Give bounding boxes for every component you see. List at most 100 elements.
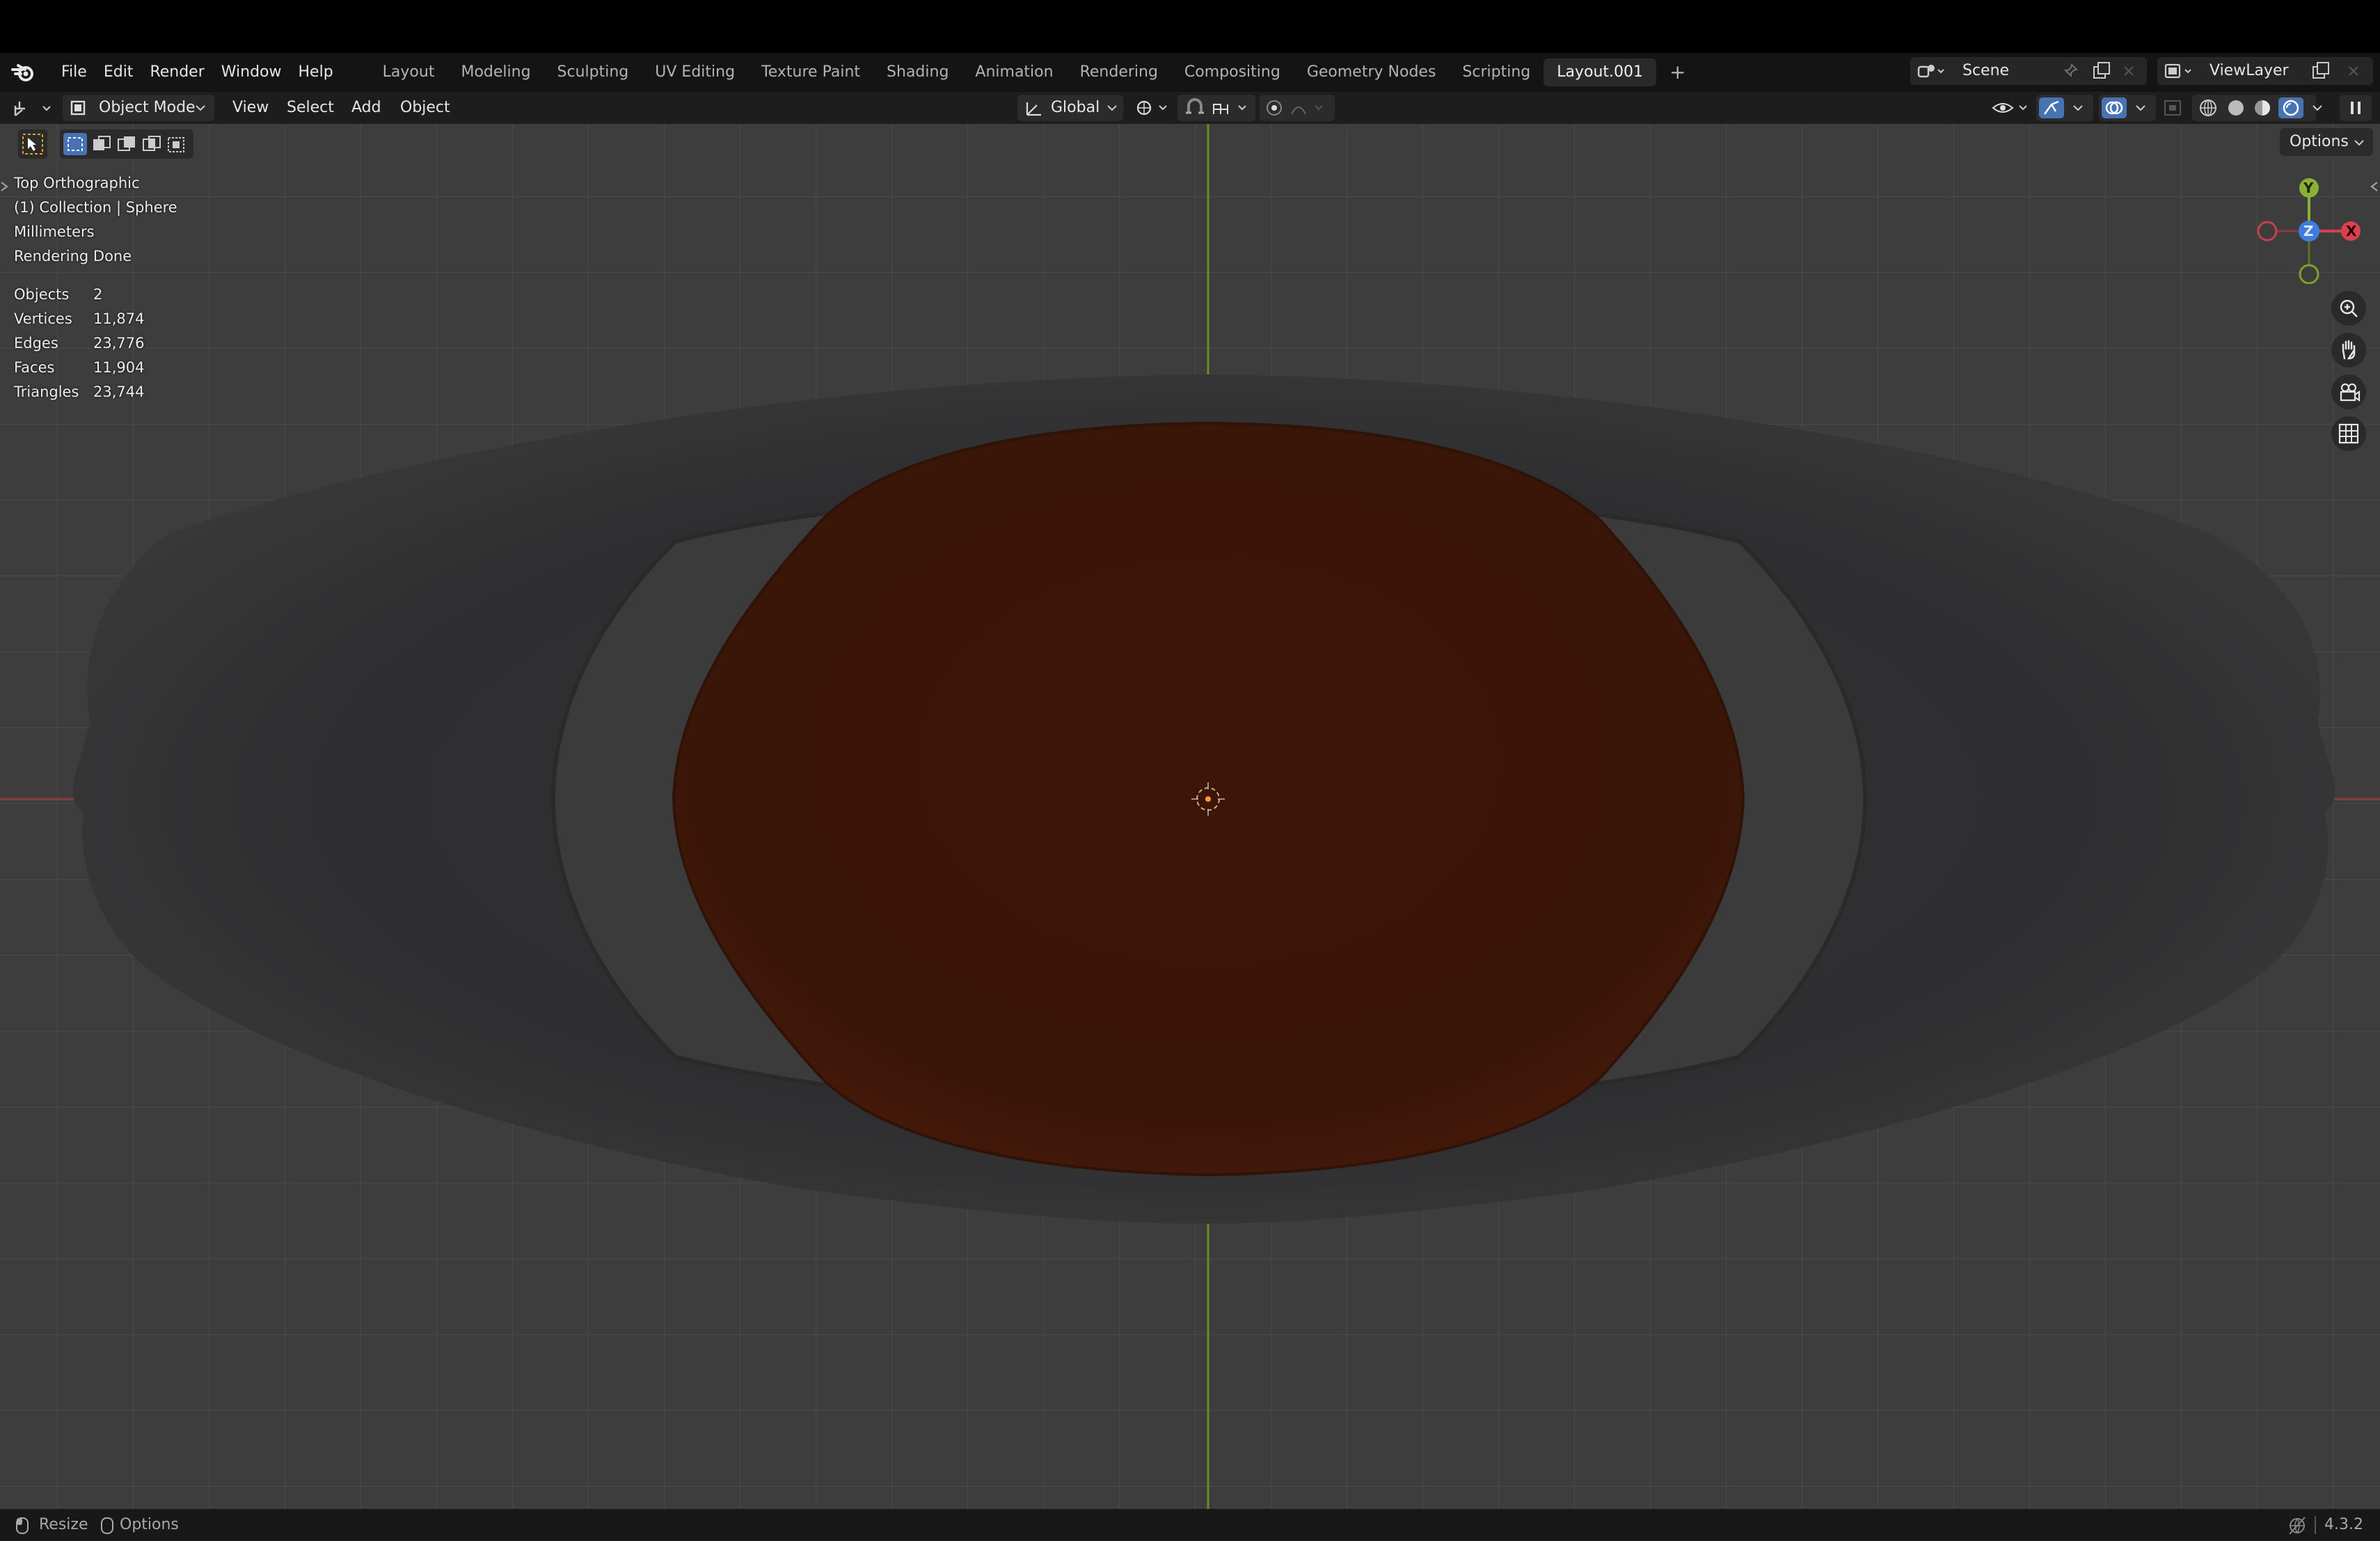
new-view-layer-icon[interactable]: [2312, 61, 2333, 81]
3d-viewport[interactable]: Top Orthographic (1) Collection | Sphere…: [0, 124, 2380, 1509]
wireframe-shading-icon[interactable]: [2198, 97, 2219, 118]
status-resize: Resize: [39, 1516, 88, 1533]
selection-intersect-icon[interactable]: [166, 134, 188, 155]
pause-icon: [2351, 102, 2361, 114]
scene-icon: [1917, 65, 1944, 78]
network-off-icon: [2289, 1517, 2306, 1535]
mode-dropdown[interactable]: Object Mode: [63, 95, 214, 121]
grid-icon: [2338, 423, 2359, 444]
new-scene-icon[interactable]: [2093, 61, 2113, 81]
tab-rendering[interactable]: Rendering: [1067, 58, 1171, 86]
view-layer-selector[interactable]: ViewLayer: [2157, 57, 2373, 85]
pause-render-button[interactable]: [2340, 95, 2372, 121]
snap-target-icon[interactable]: [1211, 97, 1254, 118]
viewport-header: Object Mode View Select Add Object Globa…: [0, 92, 2380, 124]
toggle-projection-button[interactable]: [2331, 416, 2366, 451]
solid-shading-icon[interactable]: [2226, 97, 2246, 118]
select-cursor-icon: [22, 134, 43, 155]
menu-render[interactable]: Render: [141, 53, 212, 92]
tab-texture-paint[interactable]: Texture Paint: [748, 58, 873, 86]
camera-icon: [2340, 383, 2361, 402]
tab-animation[interactable]: Animation: [962, 58, 1066, 86]
proportional-editing-icon[interactable]: [1263, 97, 1287, 118]
tab-layout[interactable]: Layout: [370, 58, 448, 86]
blender-logo-icon[interactable]: [11, 60, 36, 85]
show-gizmo-icon[interactable]: [2038, 96, 2065, 120]
menu-add[interactable]: Add: [351, 92, 381, 124]
mouse-right-icon: [101, 1517, 113, 1534]
editor-type-icon[interactable]: [13, 99, 54, 118]
chevron-down-icon[interactable]: [2312, 103, 2323, 113]
stat-row: Vertices 11,874: [14, 307, 144, 331]
select-tool-button[interactable]: [18, 129, 47, 159]
hand-icon: [2342, 340, 2356, 360]
active-collection: (1) Collection | Sphere: [14, 199, 177, 216]
chevron-down-icon[interactable]: [2135, 103, 2146, 113]
unit-system: Millimeters: [14, 223, 95, 240]
chevron-down-icon[interactable]: [2072, 103, 2084, 113]
menu-edit[interactable]: Edit: [95, 53, 142, 92]
status-bar: Resize Options 4.3.2: [0, 1509, 2380, 1541]
menu-help[interactable]: Help: [290, 53, 342, 92]
options-dropdown[interactable]: Options: [2280, 128, 2373, 156]
stat-value: 11,904: [93, 359, 145, 376]
stat-value: 11,874: [93, 310, 145, 327]
stat-label: Edges: [14, 335, 58, 351]
menu-window[interactable]: Window: [213, 53, 290, 92]
mode-label: Object Mode: [99, 99, 196, 116]
scene-name[interactable]: Scene: [1962, 57, 2009, 85]
snap-toggle-icon[interactable]: [1183, 97, 1207, 118]
tab-sculpting[interactable]: Sculpting: [544, 58, 642, 86]
view-layer-name[interactable]: ViewLayer: [2210, 57, 2289, 85]
orientation-label: Global: [1051, 99, 1100, 116]
stat-row: Edges 23,776: [14, 331, 144, 356]
menu-view[interactable]: View: [232, 92, 269, 124]
options-label: Options: [2290, 133, 2349, 150]
transform-orientation-dropdown[interactable]: Global: [1017, 95, 1123, 121]
camera-view-button[interactable]: [2331, 374, 2366, 409]
selection-difference-icon[interactable]: [141, 134, 163, 155]
zoom-button[interactable]: [2331, 291, 2366, 326]
proportional-falloff-icon[interactable]: [1289, 97, 1332, 118]
menu-file[interactable]: File: [53, 53, 95, 92]
tab-compositing[interactable]: Compositing: [1171, 58, 1294, 86]
view-layer-icon: [2164, 63, 2191, 79]
toolbar-expand-arrow-icon[interactable]: [0, 180, 10, 193]
pivot-point-icon[interactable]: [1134, 97, 1173, 118]
tab-scripting[interactable]: Scripting: [1449, 58, 1544, 86]
stat-row: Faces 11,904: [14, 356, 144, 380]
zoom-icon: [2340, 299, 2358, 317]
stat-label: Vertices: [14, 310, 72, 327]
tab-shading[interactable]: Shading: [873, 58, 962, 86]
menu-object[interactable]: Object: [400, 92, 450, 124]
scene-selector[interactable]: Scene: [1910, 57, 2147, 85]
rendered-shading-icon[interactable]: [2277, 96, 2305, 120]
tab-uv-editing[interactable]: UV Editing: [642, 58, 748, 86]
status-separator: [2315, 1516, 2316, 1534]
gizmo-z-label: Z: [2303, 223, 2314, 239]
mouse-left-icon: [16, 1517, 29, 1534]
add-workspace-button[interactable]: +: [1656, 58, 1699, 86]
show-overlays-icon[interactable]: [2100, 96, 2128, 120]
gizmo-y-label: Y: [2303, 180, 2314, 196]
selection-new-icon[interactable]: [63, 132, 88, 156]
delete-view-layer-icon[interactable]: [2347, 64, 2361, 78]
material-preview-shading-icon[interactable]: [2252, 97, 2273, 118]
view-name: Top Orthographic: [14, 175, 140, 191]
pin-icon[interactable]: [2062, 63, 2079, 79]
visibility-eye-icon[interactable]: [1992, 97, 2033, 118]
tab-layout-001[interactable]: Layout.001: [1544, 58, 1657, 86]
stat-label: Objects: [14, 286, 70, 303]
selection-extend-icon[interactable]: [90, 134, 113, 155]
stat-value: 2: [93, 286, 103, 303]
stat-row: Objects 2: [14, 283, 144, 307]
pan-button[interactable]: [2331, 333, 2366, 368]
viewport-info-overlay: Top Orthographic (1) Collection | Sphere…: [14, 171, 177, 269]
tab-geometry-nodes[interactable]: Geometry Nodes: [1294, 58, 1450, 86]
delete-scene-icon[interactable]: [2122, 64, 2136, 78]
tab-modeling[interactable]: Modeling: [447, 58, 544, 86]
selection-subtract-icon[interactable]: [116, 134, 138, 155]
xray-toggle-icon[interactable]: [2163, 99, 2184, 117]
menu-select[interactable]: Select: [287, 92, 334, 124]
sidebar-expand-arrow-icon[interactable]: [2369, 180, 2379, 193]
